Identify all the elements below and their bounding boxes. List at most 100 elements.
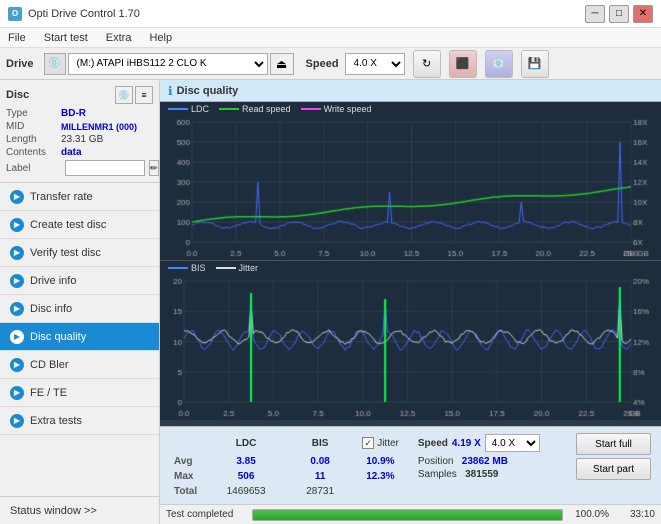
speed-label: Speed [306, 58, 339, 70]
quality-title: Disc quality [177, 85, 239, 97]
progress-percent: 100.0% [569, 509, 609, 520]
disc-contents-value: data [61, 147, 82, 158]
bis-col-header: BIS [284, 433, 356, 453]
max-jitter: 12.3% [358, 470, 412, 483]
disc-contents-label: Contents [6, 147, 61, 158]
label-input[interactable] [65, 160, 145, 176]
sidebar-item-create-label: Create test disc [30, 219, 106, 231]
read-legend-dot [219, 108, 239, 110]
label-edit-button[interactable]: ✏ [149, 160, 159, 176]
disc-type-row: Type BD-R [6, 108, 153, 119]
disc-mid-value: MILLENMR1 (000) [61, 122, 137, 132]
disc-title: Disc [6, 89, 29, 101]
status-window-button[interactable]: Status window >> [0, 496, 159, 524]
titlebar: O Opti Drive Control 1.70 ─ □ ✕ [0, 0, 661, 28]
window-controls: ─ □ ✕ [585, 5, 653, 23]
stats-area: LDC BIS ✓ Jitter Speed [160, 426, 661, 504]
sidebar-item-fe-te[interactable]: ▶ FE / TE [0, 379, 159, 407]
sidebar-item-drive-info[interactable]: ▶ Drive info [0, 267, 159, 295]
disc-button[interactable]: 💿 [485, 50, 513, 78]
ldc-legend-label: LDC [191, 104, 209, 114]
disc-contents-row: Contents data [6, 147, 153, 158]
speed-dropdown[interactable]: 4.0 X [485, 434, 540, 452]
eject-button[interactable]: ⏏ [270, 53, 294, 75]
stats-table-container: LDC BIS ✓ Jitter Speed [166, 431, 655, 500]
sidebar-item-cd-bler-label: CD Bler [30, 359, 69, 371]
menu-start-test[interactable]: Start test [40, 28, 92, 47]
position-label: Position [418, 456, 454, 467]
app-title: Opti Drive Control 1.70 [28, 8, 140, 20]
progress-status: Test completed [166, 509, 246, 520]
samples-label: Samples [418, 469, 457, 480]
save-button[interactable]: 💾 [521, 50, 549, 78]
write-legend-label: Write speed [324, 104, 372, 114]
disc-mid-label: MID [6, 121, 61, 132]
sidebar-item-disc-quality[interactable]: ▶ Disc quality [0, 323, 159, 351]
close-button[interactable]: ✕ [633, 5, 653, 23]
progress-bar-bg [252, 509, 563, 521]
speed-static-label: Speed [418, 438, 448, 449]
disc-type-value: BD-R [61, 108, 86, 119]
avg-bis: 0.08 [284, 455, 356, 468]
progress-time: 33:10 [615, 509, 655, 520]
total-ldc: 1469653 [210, 485, 282, 498]
samples-row: Samples 381559 [418, 469, 566, 480]
ldc-legend-item: LDC [168, 104, 209, 114]
drive-label: Drive [6, 58, 34, 70]
avg-row: Avg 3.85 0.08 10.9% Position 23862 MB [168, 455, 570, 468]
sidebar-item-create-test-disc[interactable]: ▶ Create test disc [0, 211, 159, 239]
disc-type-label: Type [6, 108, 61, 119]
menu-help[interactable]: Help [145, 28, 176, 47]
write-legend-dot [301, 108, 321, 110]
jitter-check-label: Jitter [377, 438, 399, 449]
jitter-legend-label: Jitter [239, 263, 259, 273]
drivebar: Drive 💿 (M:) ATAPI iHBS112 2 CLO K ⏏ Spe… [0, 48, 661, 80]
maximize-button[interactable]: □ [609, 5, 629, 23]
menubar: File Start test Extra Help [0, 28, 661, 48]
titlebar-left: O Opti Drive Control 1.70 [8, 7, 140, 21]
disc-icon-btn1[interactable]: 💿 [115, 86, 133, 104]
disc-length-label: Length [6, 134, 61, 145]
disc-panel: Disc 💿 ≡ Type BD-R MID MILLENMR1 (000) L… [0, 80, 159, 183]
bis-legend-item: BIS [168, 263, 206, 273]
minimize-button[interactable]: ─ [585, 5, 605, 23]
progress-row: Test completed 100.0% 33:10 [160, 504, 661, 524]
samples-value: 381559 [465, 469, 498, 480]
quality-header: ℹ Disc quality [160, 80, 661, 102]
main-content: Disc 💿 ≡ Type BD-R MID MILLENMR1 (000) L… [0, 80, 661, 524]
sidebar-item-extra-tests[interactable]: ▶ Extra tests [0, 407, 159, 435]
ldc-chart-legend: LDC Read speed Write speed [168, 104, 371, 114]
create-test-disc-icon: ▶ [10, 218, 24, 232]
ldc-chart: LDC Read speed Write speed [160, 102, 661, 261]
sidebar-item-disc-info[interactable]: ▶ Disc info [0, 295, 159, 323]
disc-length-value: 23.31 GB [61, 134, 103, 145]
read-legend-label: Read speed [242, 104, 291, 114]
sidebar-item-disc-quality-label: Disc quality [30, 331, 86, 343]
start-part-button[interactable]: Start part [576, 458, 651, 480]
sidebar-item-disc-info-label: Disc info [30, 303, 72, 315]
menu-extra[interactable]: Extra [102, 28, 136, 47]
extra-tests-icon: ▶ [10, 414, 24, 428]
cd-bler-icon: ▶ [10, 358, 24, 372]
jitter-checkbox[interactable]: ✓ [362, 437, 374, 449]
sidebar-item-verify-test-disc[interactable]: ▶ Verify test disc [0, 239, 159, 267]
disc-mid-row: MID MILLENMR1 (000) [6, 121, 153, 132]
sidebar-item-cd-bler[interactable]: ▶ CD Bler [0, 351, 159, 379]
bis-jitter-chart: BIS Jitter [160, 261, 661, 420]
sidebar-item-extra-tests-label: Extra tests [30, 415, 82, 427]
ldc-chart-canvas [160, 102, 661, 260]
speed-select[interactable]: 4.0 X 2.0 X 6.0 X 8.0 X [345, 53, 405, 75]
sidebar-item-drive-info-label: Drive info [30, 275, 76, 287]
menu-file[interactable]: File [4, 28, 30, 47]
refresh-button[interactable]: ↻ [413, 50, 441, 78]
sidebar-item-transfer-rate[interactable]: ▶ Transfer rate [0, 183, 159, 211]
start-full-button[interactable]: Start full [576, 433, 651, 455]
avg-label: Avg [168, 455, 208, 468]
disc-icon-btn2[interactable]: ≡ [135, 86, 153, 104]
fe-te-icon: ▶ [10, 386, 24, 400]
max-label: Max [168, 470, 208, 483]
stats-table: LDC BIS ✓ Jitter Speed [166, 431, 572, 500]
drive-select[interactable]: (M:) ATAPI iHBS112 2 CLO K [68, 53, 268, 75]
settings-button[interactable]: ⬛ [449, 50, 477, 78]
sidebar-item-transfer-rate-label: Transfer rate [30, 191, 93, 203]
